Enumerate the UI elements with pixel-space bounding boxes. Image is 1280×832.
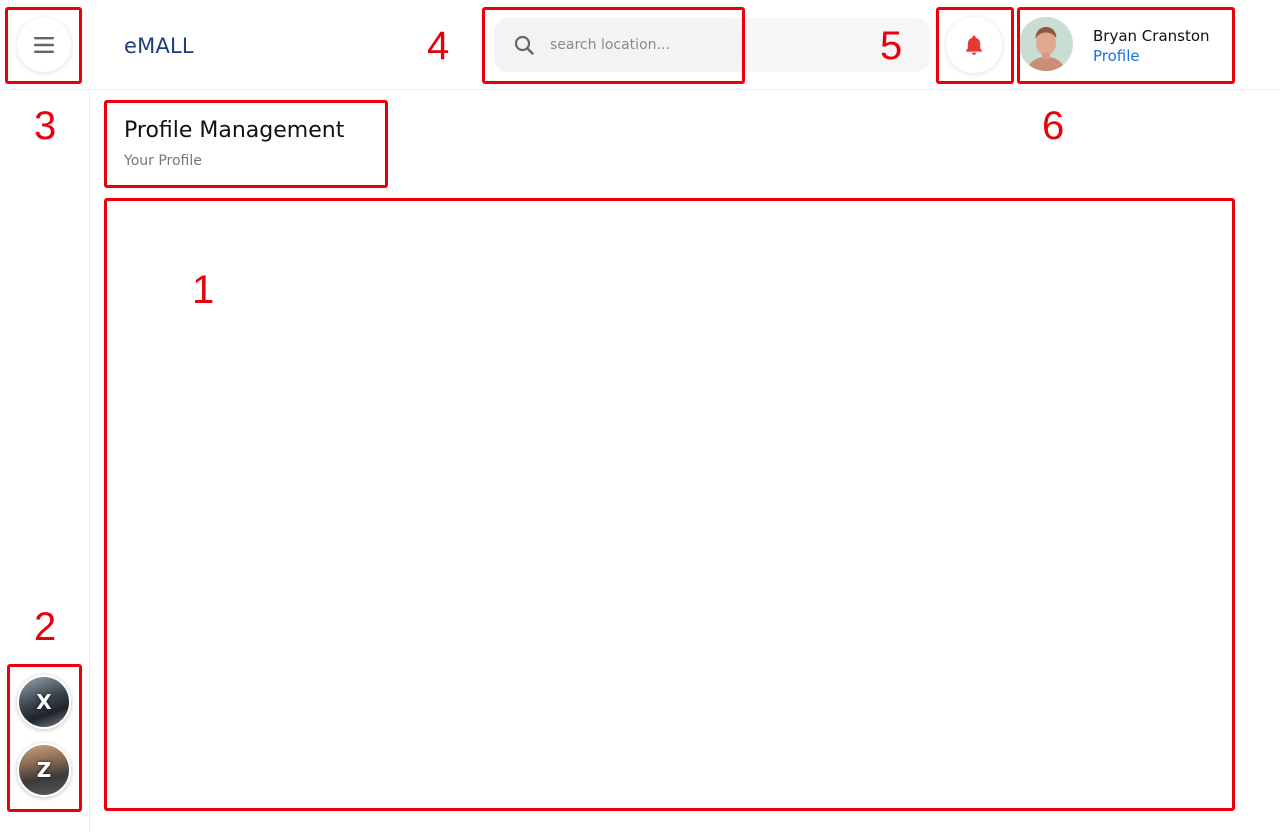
profile-link[interactable]: Profile — [1093, 47, 1140, 65]
menu-button[interactable] — [17, 18, 71, 72]
store-avatar-x[interactable]: X — [17, 675, 71, 729]
avatar — [1019, 17, 1073, 71]
annotation-number-4: 4 — [427, 24, 450, 68]
store-avatar-letter: X — [36, 690, 52, 714]
user-profile-menu[interactable]: Bryan Cranston Profile — [1019, 17, 1233, 73]
annotation-number-3: 3 — [34, 104, 57, 148]
notifications-button[interactable] — [946, 17, 1002, 73]
annotation-number-6: 6 — [1042, 104, 1065, 148]
annotation-number-5: 5 — [880, 24, 903, 68]
user-photo-icon — [1019, 17, 1073, 71]
annotation-number-2: 2 — [34, 605, 57, 649]
search-input[interactable] — [550, 32, 730, 58]
page-subtitle: Your Profile — [124, 153, 202, 169]
user-name: Bryan Cranston — [1093, 27, 1210, 45]
bell-icon — [966, 35, 982, 55]
page-title: Profile Management — [124, 118, 345, 143]
menu-icon — [34, 37, 54, 53]
search-box[interactable] — [494, 18, 742, 72]
top-header: eMALL Bryan Cranston Profile — [0, 0, 1280, 90]
annotation-number-1: 1 — [192, 268, 215, 312]
app-logo[interactable]: eMALL — [124, 34, 194, 58]
main-content-area — [106, 200, 1233, 809]
store-avatar-letter: Z — [36, 758, 52, 782]
store-avatar-z[interactable]: Z — [17, 743, 71, 797]
sidebar: X Z — [0, 90, 90, 832]
annotation-box-heading — [104, 100, 388, 188]
search-icon — [514, 35, 534, 55]
